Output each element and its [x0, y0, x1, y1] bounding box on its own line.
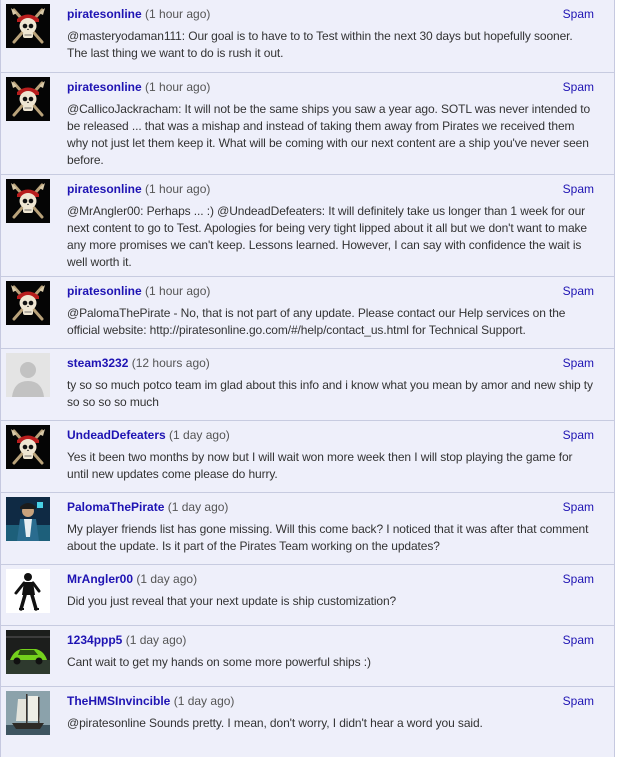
- comment-item: PalomaThePirate (1 day ago) Spam My player…: [1, 492, 614, 565]
- comment-item: piratesonline (1 hour ago) Spam @CallicoJa…: [1, 72, 614, 175]
- comment-meta: TheHMSInvincible (1 day ago): [67, 693, 234, 709]
- comment-meta: 1234ppp5 (1 day ago): [67, 632, 186, 648]
- pirate-skull-avatar-icon[interactable]: [6, 4, 50, 48]
- sailing-ship-avatar-icon[interactable]: [6, 691, 50, 735]
- comment-timestamp: (1 hour ago): [145, 7, 211, 21]
- comment-item: piratesonline (1 hour ago) Spam @PalomaThe…: [1, 276, 614, 349]
- spam-link[interactable]: Spam: [563, 571, 594, 587]
- comment-item: piratesonline (1 hour ago) Spam @masteryod…: [1, 0, 614, 72]
- comment-item: 1234ppp5 (1 day ago) Spam Cant wait to get…: [1, 625, 614, 687]
- comment-author-link[interactable]: 1234ppp5: [67, 633, 122, 647]
- comment-timestamp: (1 day ago): [125, 633, 187, 647]
- comment-timestamp: (1 hour ago): [145, 182, 211, 196]
- comment-meta: piratesonline (1 hour ago): [67, 6, 210, 22]
- comment-author-link[interactable]: TheHMSInvincible: [67, 694, 170, 708]
- pirate-skull-avatar-icon[interactable]: [6, 425, 50, 469]
- comment-meta: MrAngler00 (1 day ago): [67, 571, 197, 587]
- comment-author-link[interactable]: piratesonline: [67, 182, 142, 196]
- comment-author-link[interactable]: piratesonline: [67, 80, 142, 94]
- comment-timestamp: (1 day ago): [167, 500, 229, 514]
- comment-text: @piratesonline Sounds pretty. I mean, do…: [67, 716, 483, 730]
- spam-link[interactable]: Spam: [563, 283, 594, 299]
- comment-text: ty so so much potco team im glad about t…: [67, 378, 593, 409]
- comment-author-link[interactable]: piratesonline: [67, 284, 142, 298]
- pirate-character-avatar-icon[interactable]: [6, 497, 50, 541]
- spam-link[interactable]: Spam: [563, 79, 594, 95]
- pirate-skull-avatar-icon[interactable]: [6, 77, 50, 121]
- comment-author-link[interactable]: piratesonline: [67, 7, 142, 21]
- spam-link[interactable]: Spam: [563, 499, 594, 515]
- comment-timestamp: (1 hour ago): [145, 80, 211, 94]
- comment-text: My player friends list has gone missing.…: [67, 522, 589, 553]
- comment-meta: piratesonline (1 hour ago): [67, 79, 210, 95]
- comment-text: @masteryodaman111: Our goal is to have t…: [67, 29, 573, 60]
- comment-timestamp: (1 day ago): [173, 694, 235, 708]
- comment-author-link[interactable]: PalomaThePirate: [67, 500, 164, 514]
- comment-timestamp: (1 hour ago): [145, 284, 211, 298]
- comment-meta: piratesonline (1 hour ago): [67, 283, 210, 299]
- comment-item: UndeadDefeaters (1 day ago) Spam Yes it be…: [1, 420, 614, 493]
- comment-timestamp: (12 hours ago): [131, 356, 210, 370]
- comment-meta: UndeadDefeaters (1 day ago): [67, 427, 230, 443]
- comment-timestamp: (1 day ago): [169, 428, 230, 442]
- default-user-avatar-icon[interactable]: [6, 353, 50, 397]
- spam-link[interactable]: Spam: [563, 6, 594, 22]
- comment-timestamp: (1 day ago): [136, 572, 198, 586]
- comment-author-link[interactable]: UndeadDefeaters: [67, 428, 166, 442]
- comment-author-link[interactable]: steam3232: [67, 356, 128, 370]
- green-car-avatar-icon[interactable]: [6, 630, 50, 674]
- spam-link[interactable]: Spam: [563, 181, 594, 197]
- comment-item: steam3232 (12 hours ago) Spam ty so so muc…: [1, 348, 614, 421]
- comment-text: Did you just reveal that your next updat…: [67, 594, 397, 608]
- pirate-skull-avatar-icon[interactable]: [6, 281, 50, 325]
- spam-link[interactable]: Spam: [563, 693, 594, 709]
- comment-meta: steam3232 (12 hours ago): [67, 355, 210, 371]
- comment-meta: PalomaThePirate (1 day ago): [67, 499, 228, 515]
- spam-link[interactable]: Spam: [563, 355, 594, 371]
- comment-item: piratesonline (1 hour ago) Spam @MrAngler0…: [1, 174, 614, 277]
- comment-feed: piratesonline (1 hour ago) Spam @masteryod…: [0, 0, 615, 757]
- dancer-avatar-icon[interactable]: [6, 569, 50, 613]
- comment-text: @MrAngler00: Perhaps ... :) @UndeadDefea…: [67, 204, 588, 269]
- comment-text: @PalomaThePirate - No, that is not part …: [67, 306, 566, 337]
- comment-text: Yes it been two months by now but I will…: [67, 450, 573, 481]
- comment-text: @CallicoJackracham: It will not be the s…: [67, 102, 591, 167]
- comment-item: MrAngler00 (1 day ago) Spam Did you just r…: [1, 564, 614, 626]
- spam-link[interactable]: Spam: [563, 427, 594, 443]
- spam-link[interactable]: Spam: [563, 632, 594, 648]
- comment-author-link[interactable]: MrAngler00: [67, 572, 133, 586]
- comment-meta: piratesonline (1 hour ago): [67, 181, 210, 197]
- comment-text: Cant wait to get my hands on some more p…: [67, 655, 371, 669]
- pirate-skull-avatar-icon[interactable]: [6, 179, 50, 223]
- comment-item: TheHMSInvincible (1 day ago) Spam @pirates…: [1, 686, 614, 758]
